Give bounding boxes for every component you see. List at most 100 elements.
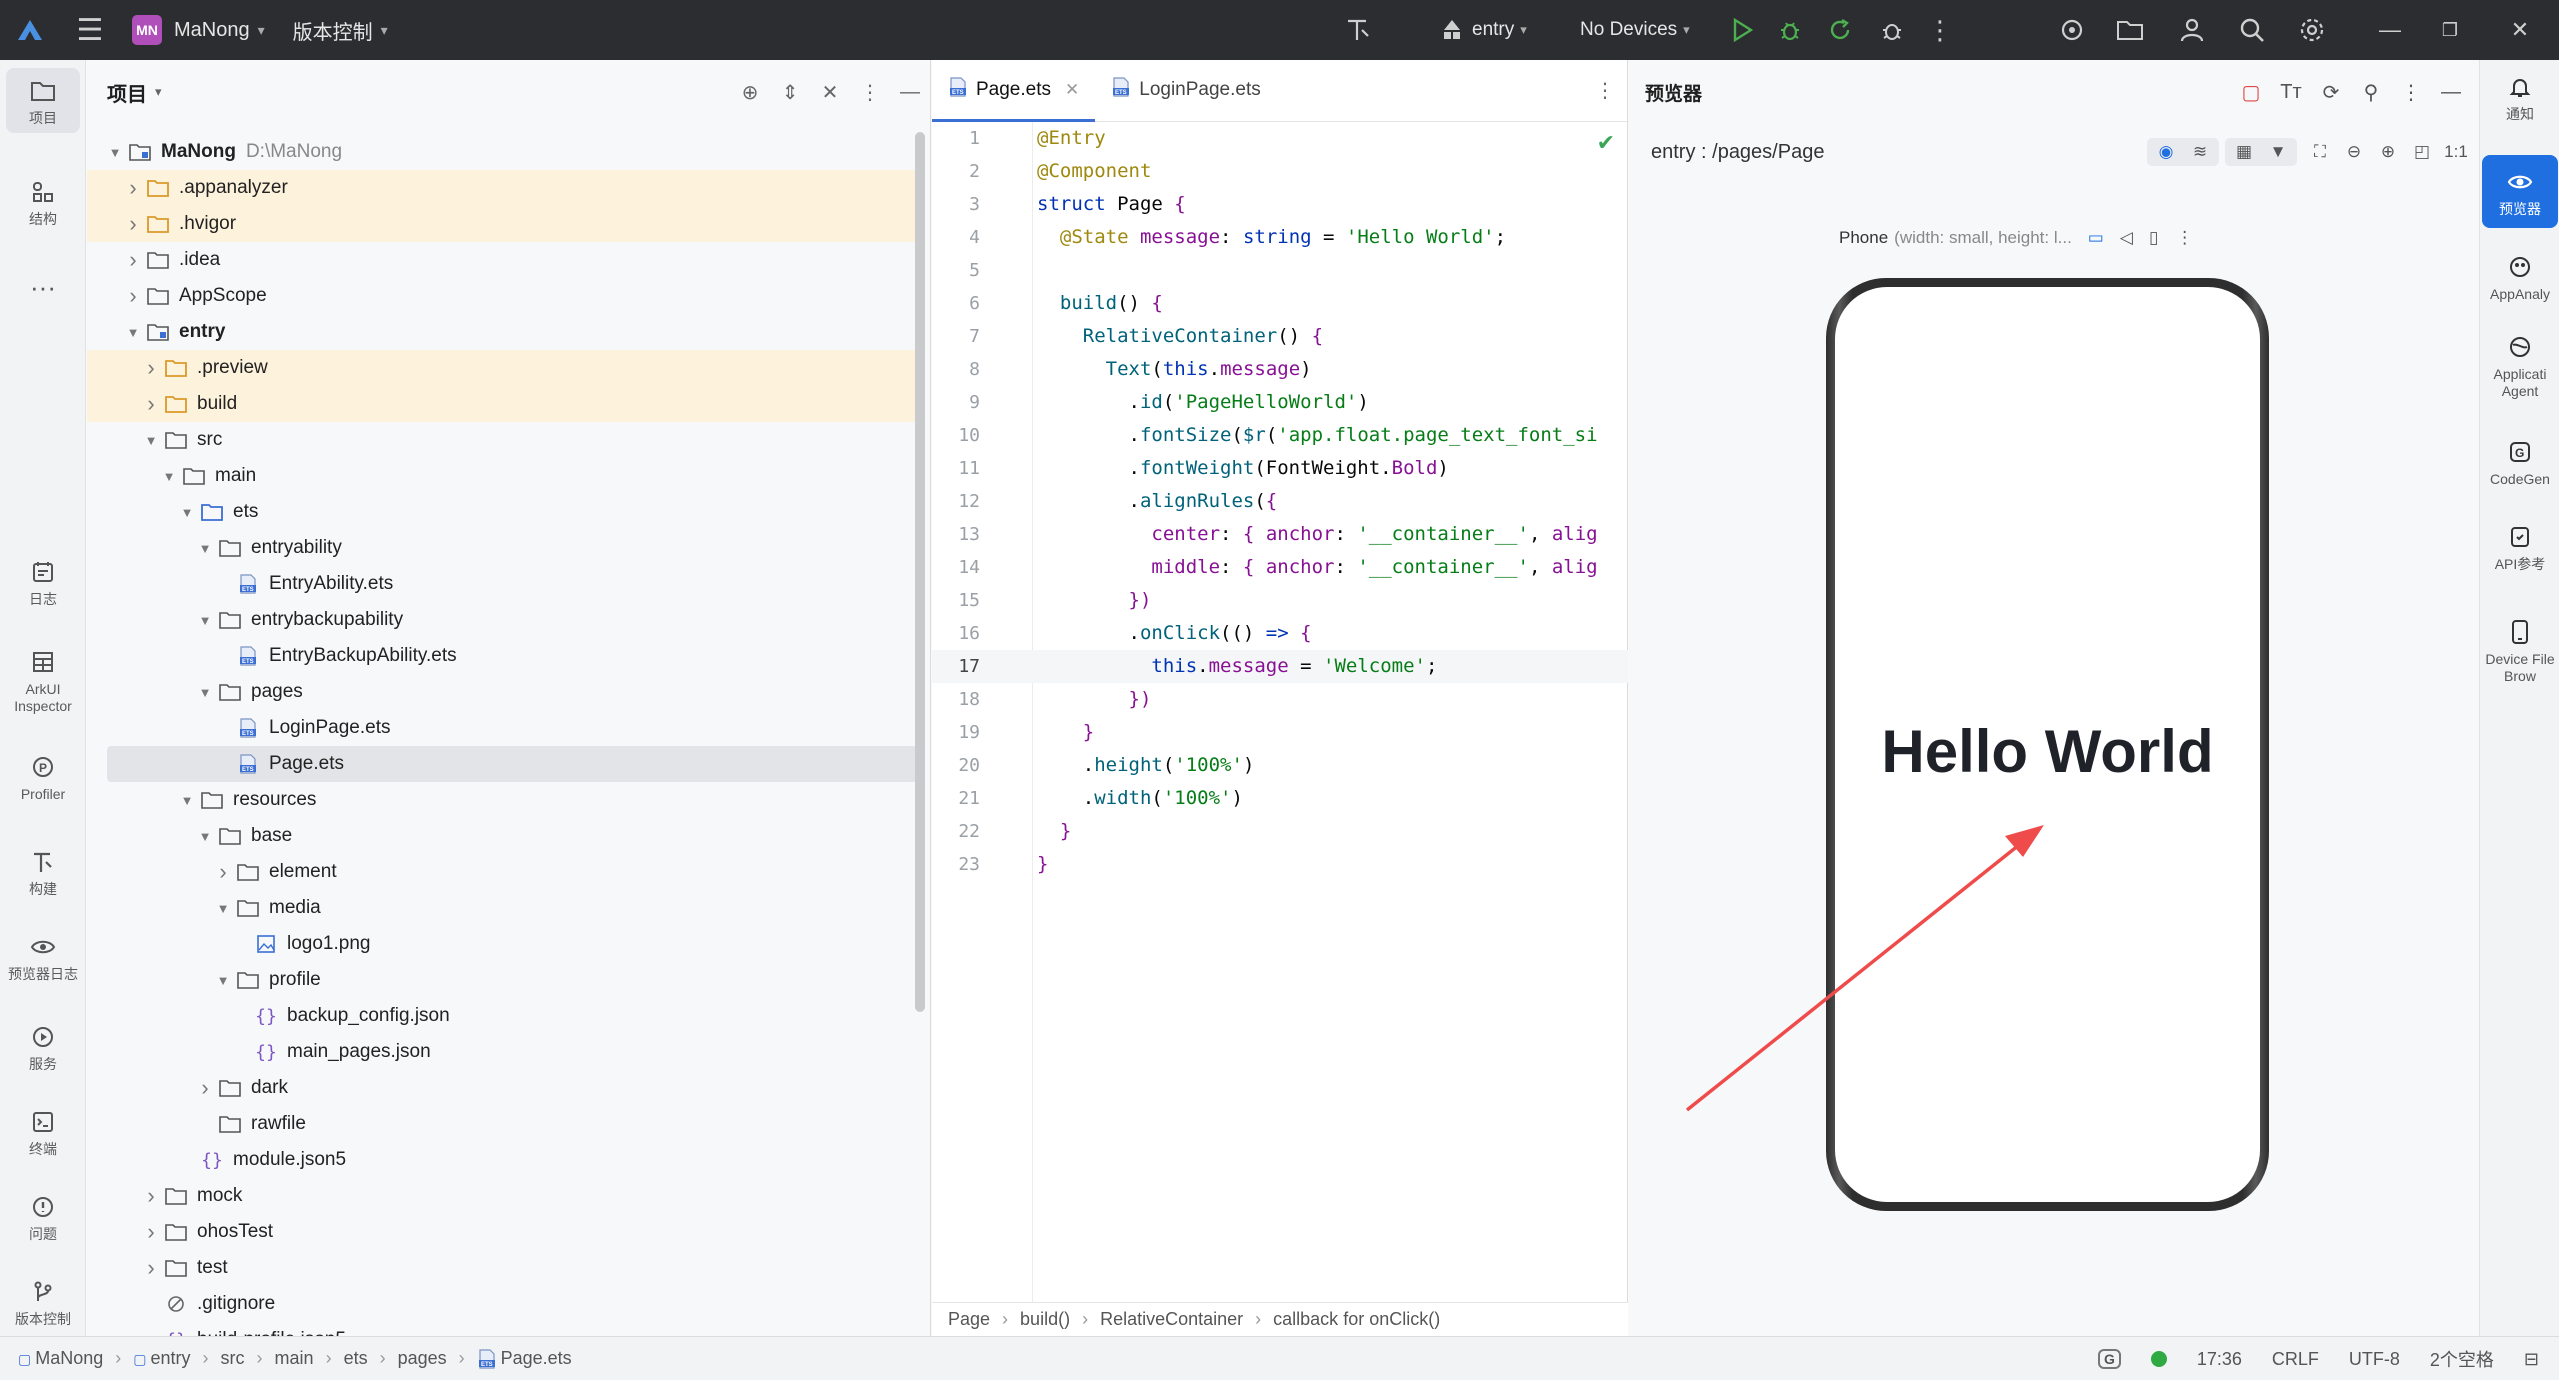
cursor-time[interactable]: 17:36 xyxy=(2197,1349,2242,1370)
text-tool-icon[interactable] xyxy=(1330,0,1386,60)
chevron-down-icon[interactable]: ▼ xyxy=(103,145,127,160)
chevron-right-icon[interactable]: › xyxy=(139,391,163,417)
chevron-right-icon[interactable]: › xyxy=(211,859,235,885)
left-strip-structure[interactable]: 结构 xyxy=(6,175,80,228)
left-strip-services[interactable]: 服务 xyxy=(6,1020,80,1073)
tree-item[interactable]: ▼ media xyxy=(87,890,917,926)
left-strip-log[interactable]: 日志 xyxy=(6,555,80,608)
code-line[interactable]: 14 middle: { anchor: '__container__', al… xyxy=(932,551,1628,584)
breadcrumb-item[interactable]: RelativeContainer xyxy=(1100,1309,1243,1330)
left-strip-build[interactable]: 构建 xyxy=(6,845,80,898)
file-encoding[interactable]: UTF-8 xyxy=(2349,1349,2400,1370)
settings-gear-icon[interactable] xyxy=(2290,0,2334,60)
left-strip-project[interactable]: 项目 xyxy=(6,68,80,133)
indent-setting[interactable]: 2个空格 xyxy=(2430,1346,2494,1372)
tree-item[interactable]: › AppScope xyxy=(87,278,917,314)
left-strip-preview-log[interactable]: 预览器日志 xyxy=(6,930,80,983)
tree-item[interactable]: ▼ entrybackupability xyxy=(87,602,917,638)
tree-item[interactable]: › build xyxy=(87,386,917,422)
code-line[interactable]: 21 .width('100%') xyxy=(932,782,1628,815)
code-line[interactable]: 18 }) xyxy=(932,683,1628,716)
code-line[interactable]: 9 .id('PageHelloWorld') xyxy=(932,386,1628,419)
code-line[interactable]: 13 center: { anchor: '__container__', al… xyxy=(932,518,1628,551)
tree-item[interactable]: ▼ pages xyxy=(87,674,917,710)
code-line[interactable]: 15 }) xyxy=(932,584,1628,617)
left-strip-problems[interactable]: 问题 xyxy=(6,1190,80,1243)
editor-tab[interactable]: ETS LoginPage.ets xyxy=(1095,59,1277,121)
chevron-down-icon[interactable]: ▼ xyxy=(193,685,217,700)
code-line[interactable]: 3 struct Page { xyxy=(932,188,1628,221)
left-strip-vcs[interactable]: 版本控制 xyxy=(6,1275,80,1328)
breadcrumb-item[interactable]: callback for onClick() xyxy=(1273,1309,1440,1330)
status-crumb[interactable]: ets xyxy=(344,1348,368,1369)
chevron-right-icon[interactable]: › xyxy=(139,1255,163,1281)
tree-item[interactable]: {} backup_config.json xyxy=(87,998,917,1034)
code-line[interactable]: 5 xyxy=(932,254,1628,287)
chevron-right-icon[interactable]: › xyxy=(121,211,145,237)
device-manager-icon[interactable] xyxy=(2050,0,2094,60)
tree-item[interactable]: › element xyxy=(87,854,917,890)
project-structure-icon[interactable] xyxy=(2108,0,2152,60)
locate-file-icon[interactable]: ⊕ xyxy=(730,80,770,105)
tree-item[interactable]: ETS EntryAbility.ets xyxy=(87,566,917,602)
code-line[interactable]: 16 .onClick(() => { xyxy=(932,617,1628,650)
tree-item[interactable]: › .preview xyxy=(87,350,917,386)
debug-icon[interactable] xyxy=(1768,0,1812,60)
code-line[interactable]: 7 RelativeContainer() { xyxy=(932,320,1628,353)
run-config-selector[interactable]: entry ▾ xyxy=(1440,0,1560,60)
code-line[interactable]: 20 .height('100%') xyxy=(932,749,1628,782)
chevron-right-icon[interactable]: › xyxy=(139,355,163,381)
chevron-down-icon[interactable]: ▼ xyxy=(157,469,181,484)
tree-item[interactable]: logo1.png xyxy=(87,926,917,962)
attach-debugger-icon[interactable] xyxy=(1870,0,1914,60)
tree-item[interactable]: {} module.json5 xyxy=(87,1142,917,1178)
left-strip-terminal[interactable]: 终端 xyxy=(6,1105,80,1158)
right-strip-application-agent[interactable]: Applicati Agent xyxy=(2482,330,2558,400)
code-line[interactable]: 8 Text(this.message) xyxy=(932,353,1628,386)
hide-panel-icon[interactable]: — xyxy=(890,81,930,104)
code-line[interactable]: 23} xyxy=(932,848,1628,881)
tree-item[interactable]: › mock xyxy=(87,1178,917,1214)
left-strip-more[interactable]: ··· xyxy=(6,270,80,306)
status-crumb[interactable]: pages xyxy=(398,1348,447,1369)
chevron-down-icon[interactable]: ▼ xyxy=(211,973,235,988)
code-line[interactable]: 17 this.message = 'Welcome'; xyxy=(932,650,1628,683)
chevron-down-icon[interactable]: ▼ xyxy=(193,829,217,844)
code-line[interactable]: 11 .fontWeight(FontWeight.Bold) xyxy=(932,452,1628,485)
left-strip-profiler[interactable]: P Profiler xyxy=(6,750,80,803)
code-line[interactable]: 19 } xyxy=(932,716,1628,749)
right-strip-appanalyzer[interactable]: AppAnaly xyxy=(2482,250,2558,303)
status-indicator-dot[interactable] xyxy=(2150,1351,2167,1367)
chevron-down-icon[interactable]: ▼ xyxy=(139,433,163,448)
ai-assist-icon[interactable]: G xyxy=(2097,1349,2121,1369)
right-strip-codegenie[interactable]: G CodeGen xyxy=(2482,435,2558,488)
chevron-down-icon[interactable]: ▼ xyxy=(175,505,199,520)
vertical-scrollbar[interactable] xyxy=(915,132,925,1012)
options-icon[interactable]: ⋮ xyxy=(850,80,890,105)
tree-item[interactable]: › .appanalyzer xyxy=(87,170,917,206)
tree-item[interactable]: › dark xyxy=(87,1070,917,1106)
code-line[interactable]: 12 .alignRules({ xyxy=(932,485,1628,518)
tree-item[interactable]: › .idea xyxy=(87,242,917,278)
breadcrumb-item[interactable]: Page xyxy=(948,1309,990,1330)
minimize-icon[interactable]: — xyxy=(2360,0,2420,60)
tree-item[interactable]: ▼ base xyxy=(87,818,917,854)
tree-item[interactable]: ETS Page.ets xyxy=(107,746,917,782)
code-line[interactable]: 4 @State message: string = 'Hello World'… xyxy=(932,221,1628,254)
chevron-right-icon[interactable]: › xyxy=(121,283,145,309)
chevron-right-icon[interactable]: › xyxy=(121,175,145,201)
left-strip-arkui-inspector[interactable]: ArkUI Inspector xyxy=(6,645,80,715)
right-strip-notifications[interactable]: 通知 xyxy=(2482,70,2558,123)
chevron-right-icon[interactable]: › xyxy=(193,1075,217,1101)
code-line[interactable]: 2 @Component xyxy=(932,155,1628,188)
tree-item[interactable]: ▼ entry xyxy=(87,314,917,350)
tree-item[interactable]: ▼ src xyxy=(87,422,917,458)
status-crumb[interactable]: src xyxy=(221,1348,245,1369)
tree-item[interactable]: .gitignore xyxy=(87,1286,917,1322)
tree-item[interactable]: › .hvigor xyxy=(87,206,917,242)
tree-item[interactable]: ▼ entryability xyxy=(87,530,917,566)
lock-icon[interactable]: ⊟ xyxy=(2524,1349,2539,1370)
tab-options-icon[interactable]: ⋮ xyxy=(1595,78,1615,103)
device-selector[interactable]: No Devices ▾ xyxy=(1580,0,1710,60)
chevron-right-icon[interactable]: › xyxy=(139,1219,163,1245)
